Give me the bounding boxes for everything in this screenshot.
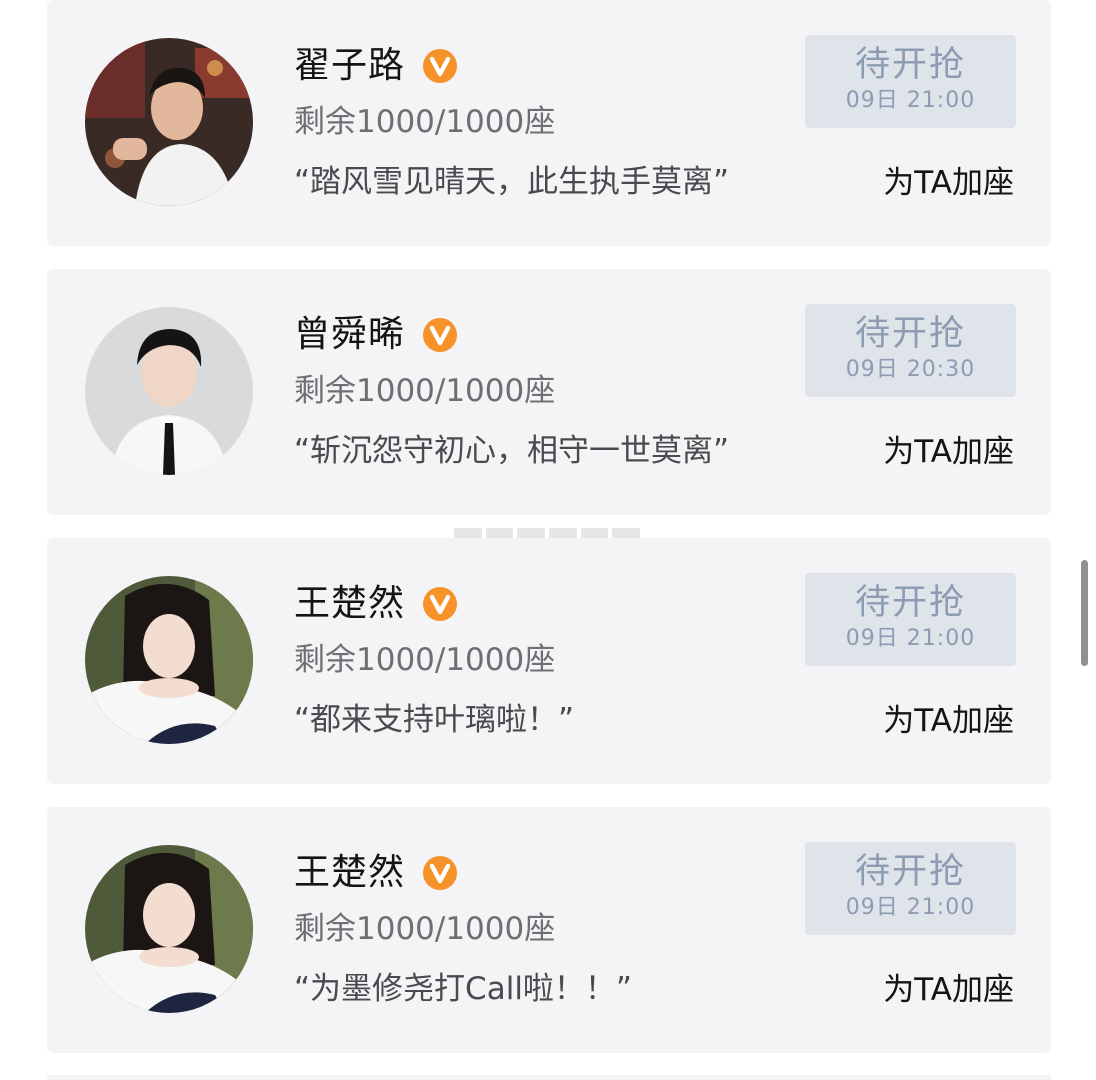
slogan-text: “斩沉怨守初心，相守一世莫离” (294, 433, 730, 469)
grab-seat-button[interactable]: 待开抢 09日 21:00 (805, 573, 1016, 666)
button-label: 待开抢 (854, 583, 966, 623)
grab-seat-button[interactable]: 待开抢 09日 21:00 (805, 35, 1016, 128)
avatar[interactable] (85, 845, 253, 1013)
celebrity-card: 翟子路 剩余1000/1000座 “踏风雪见晴天，此生执手莫离” 待开抢 09日… (47, 0, 1051, 246)
verified-badge-icon (423, 49, 458, 83)
button-label: 待开抢 (854, 852, 966, 892)
celebrity-name: 王楚然 (294, 852, 406, 893)
button-label: 待开抢 (854, 45, 966, 85)
celebrity-name: 曾舜晞 (294, 314, 406, 355)
add-seat-link[interactable]: 为TA加座 (883, 432, 1014, 472)
grab-seat-button[interactable]: 待开抢 09日 20:30 (805, 304, 1016, 397)
add-seat-link[interactable]: 为TA加座 (883, 970, 1014, 1010)
celebrity-name: 王楚然 (294, 583, 406, 624)
add-seat-link[interactable]: 为TA加座 (883, 163, 1014, 203)
celebrity-card: 王楚然 剩余1000/1000座 “都来支持叶璃啦！” 待开抢 09日 21:0… (47, 538, 1051, 784)
add-seat-link[interactable]: 为TA加座 (883, 701, 1014, 741)
seats-remaining: 剩余1000/1000座 (294, 104, 556, 140)
button-label: 待开抢 (854, 314, 966, 354)
celebrity-name: 翟子路 (294, 45, 406, 86)
verified-badge-icon (423, 587, 458, 621)
avatar[interactable] (85, 307, 253, 475)
celebrity-card: 王楚然 剩余1000/1000座 “为墨修尧打Call啦！！” 待开抢 09日 … (47, 807, 1051, 1053)
seats-remaining: 剩余1000/1000座 (294, 373, 556, 409)
avatar[interactable] (85, 38, 253, 206)
slogan-text: “都来支持叶璃啦！” (294, 702, 575, 738)
name-row: 王楚然 (294, 845, 458, 901)
button-time: 09日 21:00 (845, 895, 976, 920)
seats-remaining: 剩余1000/1000座 (294, 911, 556, 947)
slogan-text: “踏风雪见晴天，此生执手莫离” (294, 164, 730, 200)
next-card-edge (47, 1075, 1051, 1080)
avatar[interactable] (85, 576, 253, 744)
scrollbar[interactable] (1081, 560, 1088, 666)
button-time: 09日 21:00 (845, 626, 976, 651)
seats-remaining: 剩余1000/1000座 (294, 642, 556, 678)
button-time: 09日 21:00 (845, 88, 976, 113)
name-row: 曾舜晞 (294, 307, 458, 363)
name-row: 翟子路 (294, 38, 458, 94)
celebrity-card: 曾舜晞 剩余1000/1000座 “斩沉怨守初心，相守一世莫离” 待开抢 09日… (47, 269, 1051, 515)
slogan-text: “为墨修尧打Call啦！！” (294, 971, 632, 1007)
grab-seat-button[interactable]: 待开抢 09日 21:00 (805, 842, 1016, 935)
verified-badge-icon (423, 856, 458, 890)
verified-badge-icon (423, 318, 458, 352)
button-time: 09日 20:30 (845, 357, 976, 382)
name-row: 王楚然 (294, 576, 458, 632)
